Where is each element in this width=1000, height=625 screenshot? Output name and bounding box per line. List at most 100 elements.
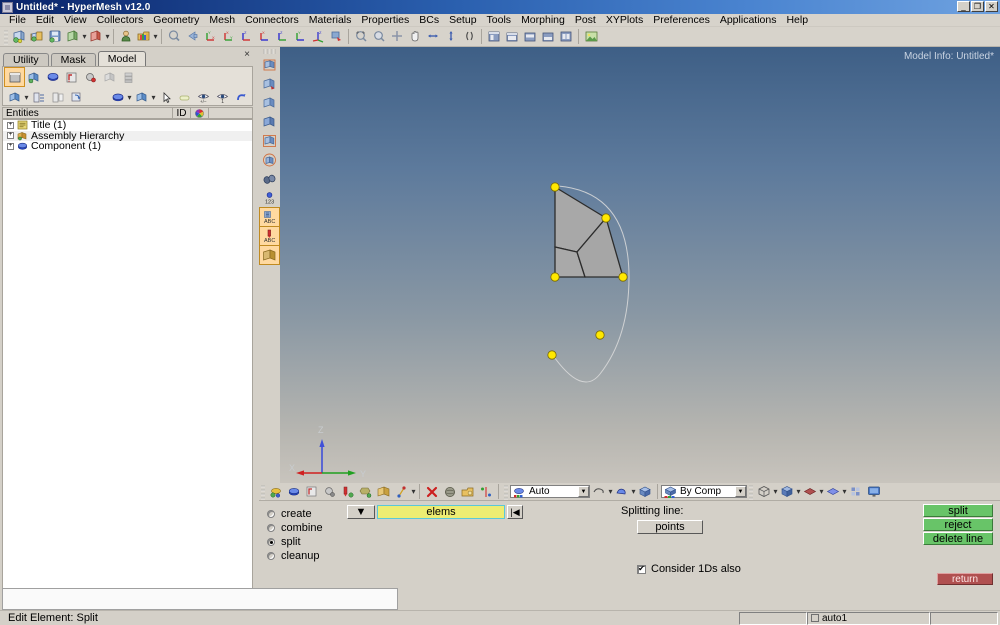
page-1-icon[interactable] [485,28,503,46]
model-browser-icon[interactable] [4,67,25,87]
fit-icon[interactable] [388,28,406,46]
graphics-viewport[interactable]: Model Info: Untitled* Z Y X [280,47,1000,483]
flag-view-icon[interactable] [327,28,345,46]
component-icon[interactable] [43,68,62,86]
mode-cleanup-radio[interactable] [267,552,275,560]
page-window-5-icon[interactable] [260,132,279,150]
mode-split-row[interactable]: split [267,535,377,549]
page-window-2-icon[interactable] [260,75,279,93]
pan-hand-icon[interactable] [406,28,424,46]
mode-split-radio[interactable] [267,538,275,546]
delete-x-icon[interactable] [423,483,441,501]
menu-setup[interactable]: Setup [444,14,481,27]
component-visibility-icon[interactable] [108,88,127,106]
load-collector-icon[interactable] [62,68,81,86]
page-window-circle-icon[interactable] [260,151,279,169]
panel-close-icon[interactable]: × [244,49,250,60]
reflect-icon[interactable] [477,483,495,501]
list-view-icon[interactable] [29,88,48,106]
menu-xyplots[interactable]: XYPlots [601,14,648,27]
menu-applications[interactable]: Applications [715,14,782,27]
color-mode-select[interactable]: By Comp ▼ [661,485,747,498]
entity-type-dropdown-button[interactable]: ▼ [347,505,375,519]
pointer-icon[interactable] [156,88,175,106]
page-2-icon[interactable] [503,28,521,46]
status-field-autosave[interactable]: auto1 [807,611,930,625]
entity-reset-button[interactable]: |◀ [507,505,523,519]
node-numbers-icon[interactable]: 123 [260,189,279,207]
mode-combine-radio[interactable] [267,524,275,532]
create-collector-icon[interactable] [285,483,303,501]
menu-post[interactable]: Post [570,14,601,27]
menu-morphing[interactable]: Morphing [516,14,570,27]
zoom-window-icon[interactable] [352,28,370,46]
create-system-icon[interactable] [321,483,339,501]
refresh-icon[interactable] [67,88,86,106]
color-dropdown-icon[interactable]: ▾ [153,32,158,41]
panel-toolbar-grip[interactable] [261,483,265,500]
menu-file[interactable]: File [4,14,31,27]
menu-connectors[interactable]: Connectors [240,14,304,27]
rotate-v-icon[interactable] [442,28,460,46]
wire-cube-icon[interactable] [755,483,773,501]
card-edit-icon[interactable] [393,483,411,501]
restore-button[interactable]: ❐ [971,1,984,12]
wireframe-icon[interactable] [590,483,608,501]
eye-plusminus-icon[interactable]: +/− [194,88,213,106]
view-toolbar-grip[interactable] [262,49,276,54]
tab-utility[interactable]: Utility [3,53,49,66]
delete-line-button[interactable]: delete line [923,532,993,545]
create-load-icon[interactable] [303,483,321,501]
menu-preferences[interactable]: Preferences [648,14,715,27]
sphere-icon[interactable] [441,483,459,501]
mesh-mode-dropdown-icon[interactable]: ▼ [578,486,589,497]
solid-cube-icon[interactable] [778,483,796,501]
column-entities[interactable]: Entities [3,108,173,119]
status-field-3[interactable] [930,611,998,625]
screen-icon[interactable] [865,483,883,501]
entity-selection-field[interactable]: elems [377,505,505,519]
consider-1ds-checkbox[interactable]: ✔ [637,564,646,574]
eye-one-icon[interactable]: 1 [213,88,232,106]
card-edit-dropdown-icon[interactable]: ▾ [411,487,416,496]
geometry-visibility-icon[interactable] [132,88,151,106]
hidden-line-icon[interactable] [613,483,631,501]
menu-properties[interactable]: Properties [356,14,414,27]
xz-view-icon[interactable]: X [255,28,273,46]
menu-bcs[interactable]: BCs [414,14,444,27]
zy-view-icon[interactable]: Z [273,28,291,46]
consider-1ds-row[interactable]: ✔ Consider 1Ds also [637,563,741,575]
save-model-icon[interactable] [46,28,64,46]
select-group-grip[interactable] [504,483,508,500]
user-profile-icon[interactable] [117,28,135,46]
folder-view-icon[interactable] [48,88,67,106]
mask-icon[interactable] [459,483,477,501]
zx-view-icon[interactable]: Z [237,28,255,46]
page-window-1-icon[interactable] [260,56,279,74]
import-icon[interactable] [64,28,82,46]
command-window[interactable] [2,588,398,610]
model-tree[interactable]: + Title (1) + Assembly Hierarchy + Compo… [2,119,253,625]
export-dropdown-icon[interactable]: ▾ [105,32,110,41]
menu-help[interactable]: Help [781,14,813,27]
vector-collector-icon[interactable] [100,68,119,86]
xy-view-icon[interactable]: X Y [219,28,237,46]
shade-mode-icon[interactable] [258,245,280,265]
status-field-1[interactable] [739,611,807,625]
rotate-free-icon[interactable] [460,28,478,46]
system-collector-icon[interactable] [81,68,100,86]
page-5-icon[interactable] [557,28,575,46]
renumber-icon[interactable] [375,483,393,501]
mode-combine-row[interactable]: combine [267,521,377,535]
yz-view-icon[interactable]: Y [291,28,309,46]
create-component-icon[interactable] [267,483,285,501]
page-window-4-icon[interactable] [260,113,279,131]
tab-mask[interactable]: Mask [50,53,96,66]
mesh-mode-select[interactable]: Auto ▼ [510,485,590,498]
minimize-button[interactable]: _ [957,1,970,12]
page-4-icon[interactable] [539,28,557,46]
block-collector-icon[interactable] [119,68,138,86]
reject-button[interactable]: reject [923,518,993,531]
shaded-icon[interactable] [636,483,654,501]
expander-icon[interactable]: + [7,142,14,150]
